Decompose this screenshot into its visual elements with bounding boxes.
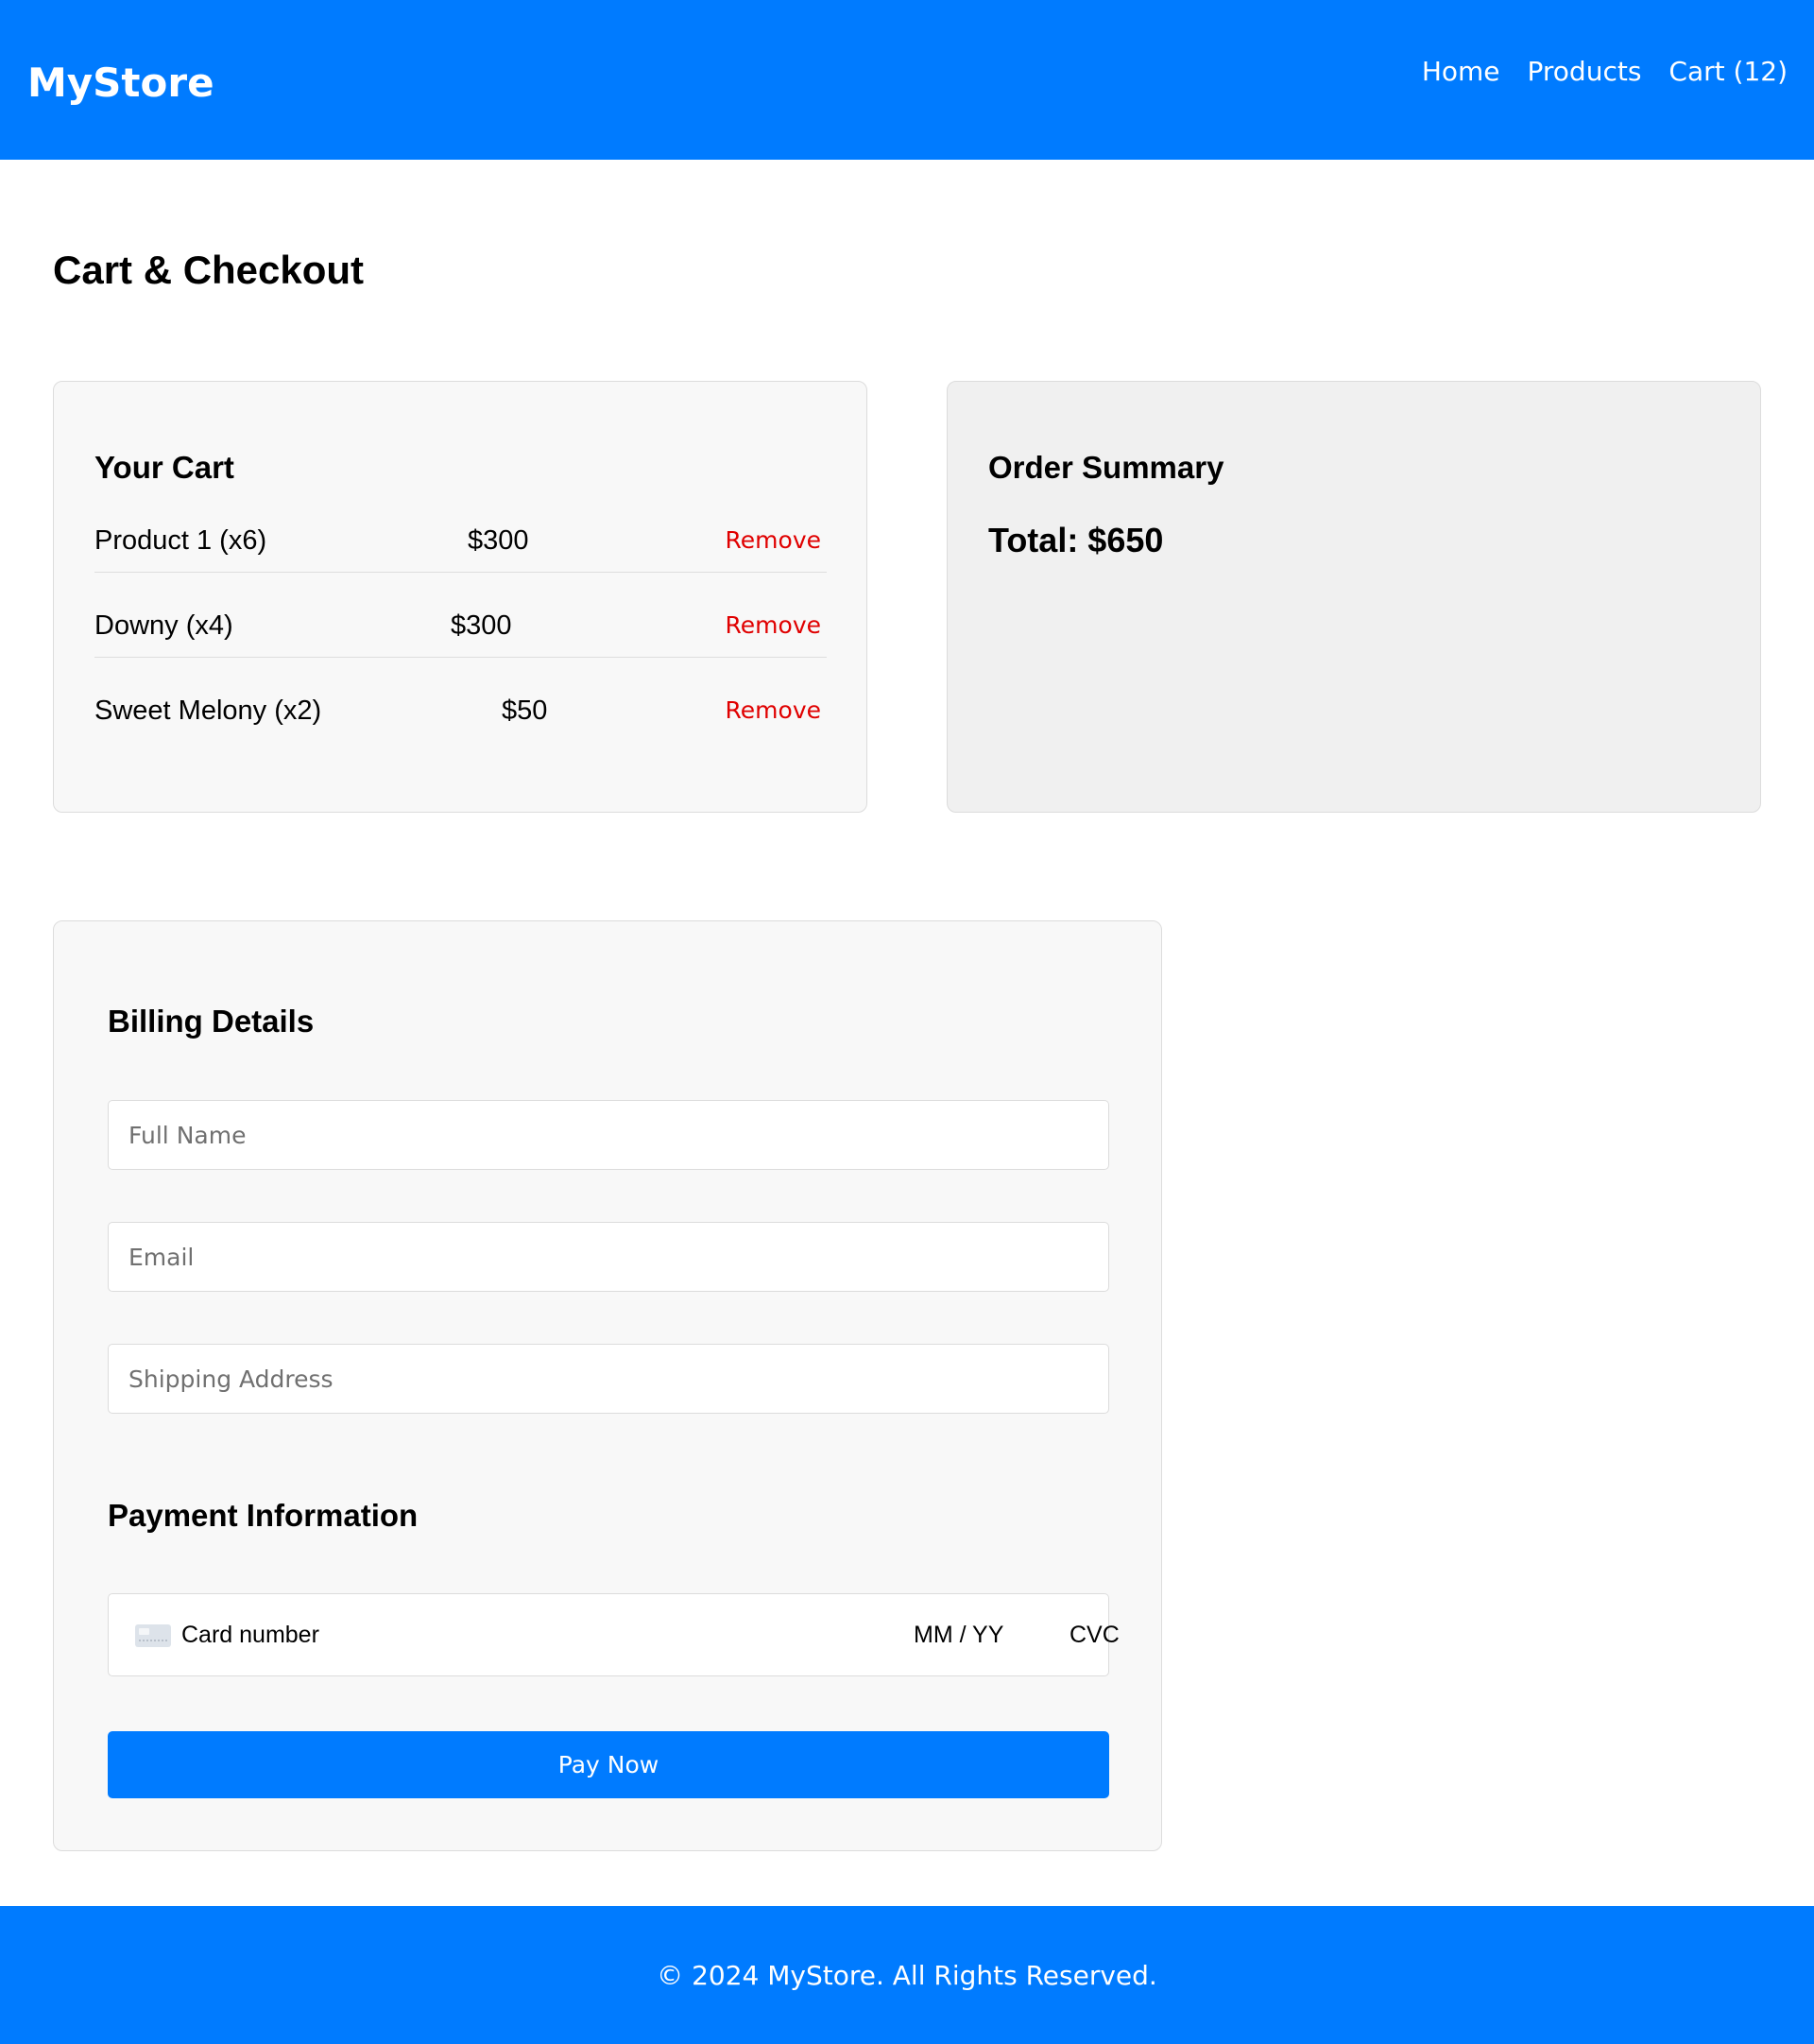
cart-item-price: $50	[502, 696, 548, 726]
cart-panel: Your Cart Product 1 (x6) $300 Remove Dow…	[53, 381, 867, 813]
remove-item-button[interactable]: Remove	[726, 525, 821, 556]
payment-heading: Payment Information	[108, 1498, 419, 1533]
store-logo[interactable]: MyStore	[27, 57, 214, 110]
nav-link-home[interactable]: Home	[1422, 53, 1500, 91]
site-header: MyStore Home Products Cart (12)	[0, 0, 1814, 160]
shipping-address-input[interactable]	[108, 1344, 1109, 1414]
cart-item-name: Downy (x4)	[94, 610, 233, 641]
cart-heading: Your Cart	[94, 450, 234, 485]
credit-card-icon	[135, 1624, 171, 1647]
cart-item-name: Product 1 (x6)	[94, 525, 267, 556]
cart-item-price: $300	[451, 610, 512, 641]
order-summary-heading: Order Summary	[988, 450, 1224, 485]
nav-link-products[interactable]: Products	[1528, 53, 1642, 91]
site-footer: © 2024 MyStore. All Rights Reserved.	[0, 1906, 1814, 2044]
order-summary-panel: Order Summary Total: $650	[947, 381, 1761, 813]
card-cvc-input[interactable]: CVC	[1070, 1619, 1120, 1651]
billing-panel: Billing Details Payment Information Card…	[53, 920, 1162, 1851]
card-number-input[interactable]: Card number	[181, 1619, 319, 1651]
cart-item: Sweet Melony (x2) $50 Remove	[94, 682, 827, 743]
footer-copyright: © 2024 MyStore. All Rights Reserved.	[657, 1960, 1157, 1991]
email-input[interactable]	[108, 1222, 1109, 1292]
card-expiry-input[interactable]: MM / YY	[914, 1619, 1003, 1651]
billing-heading: Billing Details	[108, 1004, 315, 1039]
remove-item-button[interactable]: Remove	[726, 696, 821, 726]
cart-item: Downy (x4) $300 Remove	[94, 597, 827, 658]
cart-item-name: Sweet Melony (x2)	[94, 696, 322, 726]
full-name-input[interactable]	[108, 1100, 1109, 1170]
remove-item-button[interactable]: Remove	[726, 610, 821, 641]
page-title: Cart & Checkout	[53, 248, 365, 292]
cart-item: Product 1 (x6) $300 Remove	[94, 512, 827, 573]
cart-item-price: $300	[468, 525, 529, 556]
card-details-field[interactable]: Card number MM / YY CVC	[108, 1593, 1120, 1676]
order-total: Total: $650	[988, 521, 1164, 559]
main-nav: Home Products Cart (12)	[1422, 53, 1788, 91]
nav-link-cart[interactable]: Cart (12)	[1669, 53, 1788, 91]
pay-now-button[interactable]: Pay Now	[108, 1731, 1109, 1798]
